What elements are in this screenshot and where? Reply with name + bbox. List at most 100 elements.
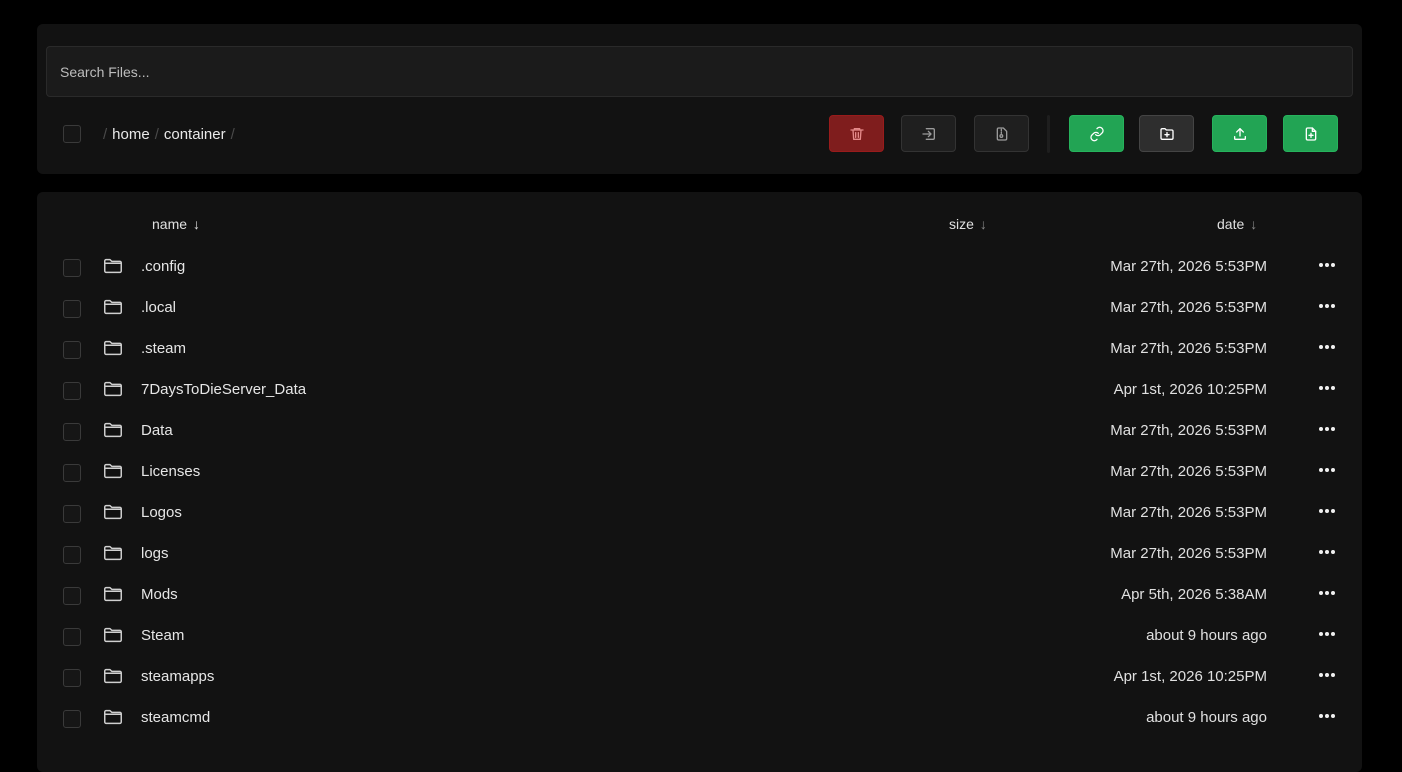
file-date: Apr 5th, 2026 5:38AM bbox=[1121, 586, 1267, 603]
file-name[interactable]: Data bbox=[141, 422, 173, 439]
folder-icon bbox=[102, 706, 124, 728]
file-date: Mar 27th, 2026 5:53PM bbox=[1110, 504, 1267, 521]
row-checkbox[interactable] bbox=[63, 710, 81, 728]
folder-icon bbox=[102, 296, 124, 318]
row-checkbox[interactable] bbox=[63, 259, 81, 277]
table-row[interactable]: Data Mar 27th, 2026 5:53PM bbox=[37, 412, 1362, 453]
table-row[interactable]: Mods Apr 5th, 2026 5:38AM bbox=[37, 576, 1362, 617]
breadcrumb-separator: / bbox=[154, 125, 159, 143]
file-name[interactable]: steamapps bbox=[141, 668, 214, 685]
file-date: about 9 hours ago bbox=[1146, 627, 1267, 644]
row-checkbox[interactable] bbox=[63, 464, 81, 482]
table-row[interactable]: Steam about 9 hours ago bbox=[37, 617, 1362, 658]
file-name[interactable]: .config bbox=[141, 258, 185, 275]
more-options-icon[interactable] bbox=[1313, 501, 1341, 521]
column-name-label: name bbox=[152, 216, 188, 232]
table-row[interactable]: .config Mar 27th, 2026 5:53PM bbox=[37, 248, 1362, 289]
column-date-label: date bbox=[1217, 216, 1245, 232]
table-row[interactable]: Logos Mar 27th, 2026 5:53PM bbox=[37, 494, 1362, 535]
upload-button[interactable] bbox=[1212, 115, 1267, 152]
new-file-button[interactable] bbox=[1283, 115, 1338, 152]
row-checkbox[interactable] bbox=[63, 587, 81, 605]
link-icon bbox=[1089, 126, 1104, 141]
folder-icon bbox=[102, 460, 124, 482]
breadcrumb-separator: / bbox=[103, 125, 108, 143]
row-checkbox[interactable] bbox=[63, 628, 81, 646]
search-input[interactable] bbox=[46, 46, 1353, 97]
row-checkbox[interactable] bbox=[63, 300, 81, 318]
folder-icon bbox=[102, 419, 124, 441]
breadcrumb-container[interactable]: container bbox=[164, 126, 226, 143]
folder-icon bbox=[102, 583, 124, 605]
table-row[interactable]: steamapps Apr 1st, 2026 10:25PM bbox=[37, 658, 1362, 699]
file-date: Apr 1st, 2026 10:25PM bbox=[1113, 668, 1267, 685]
move-file-icon bbox=[921, 127, 935, 140]
folder-icon bbox=[102, 542, 124, 564]
table-row[interactable]: logs Mar 27th, 2026 5:53PM bbox=[37, 535, 1362, 576]
folder-icon bbox=[102, 665, 124, 687]
more-options-icon[interactable] bbox=[1313, 665, 1341, 685]
file-name[interactable]: Licenses bbox=[141, 463, 200, 480]
column-header-size[interactable]: size ↓ bbox=[949, 216, 987, 232]
file-date: Mar 27th, 2026 5:53PM bbox=[1110, 299, 1267, 316]
file-date: Mar 27th, 2026 5:53PM bbox=[1110, 463, 1267, 480]
table-row[interactable]: steamcmd about 9 hours ago bbox=[37, 699, 1362, 740]
folder-icon bbox=[102, 501, 124, 523]
file-plus-icon bbox=[1305, 126, 1316, 141]
table-row[interactable]: .local Mar 27th, 2026 5:53PM bbox=[37, 289, 1362, 330]
folder-icon bbox=[102, 378, 124, 400]
file-date: Mar 27th, 2026 5:53PM bbox=[1110, 545, 1267, 562]
folder-plus-icon bbox=[1159, 127, 1174, 140]
file-name[interactable]: Steam bbox=[141, 627, 184, 644]
row-checkbox[interactable] bbox=[63, 505, 81, 523]
move-button[interactable] bbox=[901, 115, 956, 152]
more-options-icon[interactable] bbox=[1313, 583, 1341, 603]
folder-icon bbox=[102, 337, 124, 359]
row-checkbox[interactable] bbox=[63, 669, 81, 687]
new-folder-button[interactable] bbox=[1139, 115, 1194, 152]
sort-arrow-icon: ↓ bbox=[979, 216, 987, 232]
column-header-name[interactable]: name ↓ bbox=[152, 216, 200, 232]
file-date: Apr 1st, 2026 10:25PM bbox=[1113, 381, 1267, 398]
breadcrumb-home[interactable]: home bbox=[112, 126, 150, 143]
breadcrumb: / home / container / bbox=[98, 124, 240, 144]
more-options-icon[interactable] bbox=[1313, 624, 1341, 644]
row-checkbox[interactable] bbox=[63, 546, 81, 564]
more-options-icon[interactable] bbox=[1313, 378, 1341, 398]
breadcrumb-separator: / bbox=[230, 125, 235, 143]
file-name[interactable]: 7DaysToDieServer_Data bbox=[141, 381, 306, 398]
trash-icon bbox=[849, 127, 864, 140]
file-name[interactable]: Logos bbox=[141, 504, 182, 521]
folder-icon bbox=[102, 255, 124, 277]
file-name[interactable]: .local bbox=[141, 299, 176, 316]
archive-button[interactable] bbox=[974, 115, 1029, 152]
file-date: Mar 27th, 2026 5:53PM bbox=[1110, 340, 1267, 357]
file-name[interactable]: logs bbox=[141, 545, 169, 562]
row-checkbox[interactable] bbox=[63, 382, 81, 400]
select-all-checkbox[interactable] bbox=[63, 125, 81, 143]
folder-icon bbox=[102, 624, 124, 646]
row-checkbox[interactable] bbox=[63, 341, 81, 359]
more-options-icon[interactable] bbox=[1313, 337, 1341, 357]
pull-url-button[interactable] bbox=[1069, 115, 1124, 152]
table-row[interactable]: Licenses Mar 27th, 2026 5:53PM bbox=[37, 453, 1362, 494]
toolbar-divider bbox=[1047, 115, 1050, 153]
column-header-date[interactable]: date ↓ bbox=[1217, 216, 1257, 232]
more-options-icon[interactable] bbox=[1313, 296, 1341, 316]
file-name[interactable]: steamcmd bbox=[141, 709, 210, 726]
delete-button[interactable] bbox=[829, 115, 884, 152]
table-row[interactable]: .steam Mar 27th, 2026 5:53PM bbox=[37, 330, 1362, 371]
more-options-icon[interactable] bbox=[1313, 255, 1341, 275]
more-options-icon[interactable] bbox=[1313, 460, 1341, 480]
more-options-icon[interactable] bbox=[1313, 419, 1341, 439]
sort-arrow-icon: ↓ bbox=[1250, 216, 1258, 232]
table-row[interactable]: 7DaysToDieServer_Data Apr 1st, 2026 10:25… bbox=[37, 371, 1362, 412]
more-options-icon[interactable] bbox=[1313, 706, 1341, 726]
file-name[interactable]: .steam bbox=[141, 340, 186, 357]
file-name[interactable]: Mods bbox=[141, 586, 178, 603]
file-date: about 9 hours ago bbox=[1146, 709, 1267, 726]
file-date: Mar 27th, 2026 5:53PM bbox=[1110, 422, 1267, 439]
row-checkbox[interactable] bbox=[63, 423, 81, 441]
file-list-panel: name ↓ size ↓ date ↓ .config Mar 27th, 20… bbox=[37, 192, 1362, 772]
more-options-icon[interactable] bbox=[1313, 542, 1341, 562]
